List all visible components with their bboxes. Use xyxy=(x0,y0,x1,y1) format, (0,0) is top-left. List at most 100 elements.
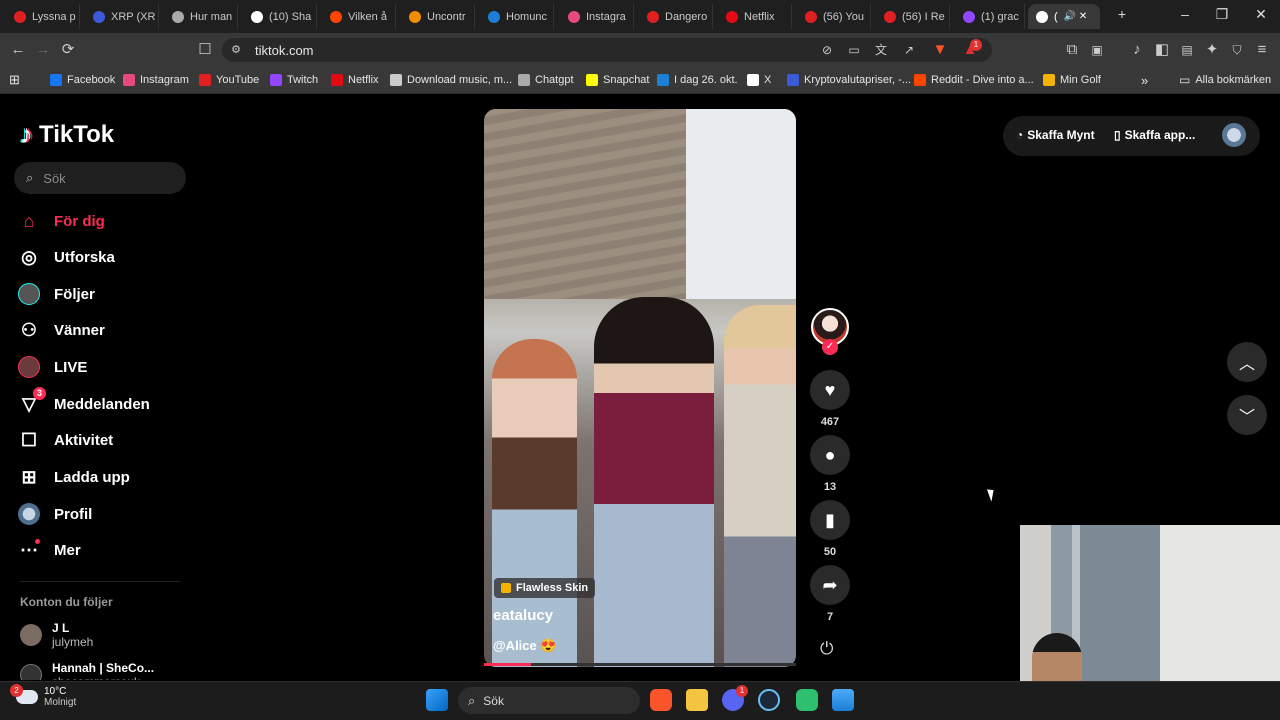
comment-button[interactable]: ● xyxy=(810,435,850,475)
steam-icon[interactable] xyxy=(758,689,780,711)
taskbar-search[interactable]: ⌕ Sök xyxy=(458,687,640,714)
back-icon[interactable]: ← xyxy=(8,40,28,60)
browser-tab[interactable]: Netflix xyxy=(718,4,792,29)
tab-audio-close-icon[interactable]: 🔊 ✕ xyxy=(1064,11,1088,22)
leo-ai-icon[interactable]: ✦ xyxy=(1202,40,1222,60)
nav-messages[interactable]: ▽ 3 Meddelanden xyxy=(18,387,150,418)
brave-shield-icon[interactable]: ▼ xyxy=(930,40,950,60)
new-tab-button[interactable]: + xyxy=(1107,6,1137,22)
power-icon[interactable]: ⏻ xyxy=(820,639,833,659)
nav-following[interactable]: Följer xyxy=(18,280,95,308)
bookmark-item[interactable]: Kryptovalutapriser, -... xyxy=(787,72,911,88)
translate-icon[interactable]: 文 xyxy=(871,40,891,60)
photos-icon[interactable] xyxy=(832,689,854,711)
bookmark-item[interactable]: Download music, m... xyxy=(390,72,512,88)
browser-tab[interactable]: (56) I Re xyxy=(876,4,950,29)
media-icon[interactable]: ♪ xyxy=(1127,40,1147,60)
avatar xyxy=(20,624,42,646)
followed-account[interactable]: Hannah | SheCo... shecommerceuk xyxy=(20,661,154,680)
browser-tab[interactable]: Uncontr xyxy=(401,4,475,29)
save-button[interactable]: ▮ xyxy=(810,500,850,540)
browser-tab[interactable]: (🔊 ✕ xyxy=(1028,4,1100,29)
sidebar-icon[interactable]: ◧ xyxy=(1152,40,1172,60)
url-text[interactable]: tiktok.com xyxy=(255,43,314,58)
browser-tab[interactable]: Homunc xyxy=(480,4,554,29)
brave-icon[interactable] xyxy=(650,689,672,711)
bookmark-item[interactable]: Snapchat xyxy=(586,72,649,88)
browser-tab[interactable]: Vilken å xyxy=(322,4,396,29)
bookmark-item[interactable]: Twitch xyxy=(270,72,318,88)
nav-friends[interactable]: ⚇ Vänner xyxy=(18,316,105,344)
get-coins-button[interactable]: ◔ Skaffa Mynt xyxy=(1016,128,1095,142)
bookmark-item[interactable]: Min Golf xyxy=(1043,72,1101,88)
nav-upload[interactable]: ⊞ Ladda upp xyxy=(18,463,129,491)
follow-check-icon[interactable]: ✓ xyxy=(822,339,838,355)
get-app-button[interactable]: ▯ Skaffa app... xyxy=(1114,128,1195,142)
more-bookmarks-icon[interactable]: » xyxy=(1141,72,1148,88)
video-progress-bar[interactable] xyxy=(484,663,796,666)
tab-search-icon[interactable]: ▣ xyxy=(1087,40,1107,60)
nav-explore[interactable]: ◎ Utforska xyxy=(18,243,115,271)
app-icon[interactable] xyxy=(796,689,818,711)
cast-icon[interactable]: ▭ xyxy=(844,40,864,60)
weather-badge: 2 xyxy=(10,684,23,697)
minimize-button[interactable]: – xyxy=(1170,6,1200,22)
forward-icon[interactable]: → xyxy=(33,40,53,60)
share-button[interactable]: ➦ xyxy=(810,565,850,605)
like-button[interactable]: ♥ xyxy=(810,370,850,410)
search-input[interactable]: ⌕ Sök xyxy=(14,162,186,194)
next-video-button[interactable]: ﹀ xyxy=(1227,395,1267,435)
start-icon[interactable] xyxy=(426,689,448,711)
video-author[interactable]: eatalucy xyxy=(493,607,553,624)
bookmark-item[interactable]: Netflix xyxy=(331,72,379,88)
apps-icon[interactable]: ⊞ xyxy=(9,72,20,88)
video-caption[interactable]: @Alice 😍 xyxy=(493,638,557,654)
bookmark-label: I dag 26. okt. xyxy=(674,74,738,86)
nav-for-you[interactable]: ⌂ För dig xyxy=(18,207,105,235)
nav-activity[interactable]: ☐ Aktivitet xyxy=(18,426,113,454)
browser-tab[interactable]: Dangero xyxy=(639,4,713,29)
site-info-icon[interactable]: ⚙ xyxy=(226,40,246,60)
bookmark-favicon-icon xyxy=(199,74,211,86)
file-explorer-icon[interactable] xyxy=(686,689,708,711)
bookmark-item[interactable]: Instagram xyxy=(123,72,189,88)
followed-account[interactable]: J L julymeh xyxy=(20,621,93,649)
user-avatar[interactable] xyxy=(1222,123,1246,147)
nav-profile[interactable]: Profil xyxy=(18,500,92,528)
browser-tab[interactable]: (1) grac xyxy=(955,4,1025,29)
share-icon[interactable]: ↗ xyxy=(899,40,919,60)
tab-favicon-icon xyxy=(409,10,421,23)
bookmark-label: Snapchat xyxy=(603,74,650,86)
no-tracking-icon[interactable]: ⊘ xyxy=(817,40,837,60)
bookmark-item[interactable]: Reddit - Dive into a... xyxy=(914,72,1034,88)
messages-icon: ▽ 3 xyxy=(18,387,46,415)
all-bookmarks[interactable]: ▭ Alla bokmärken xyxy=(1179,72,1271,88)
vpn-icon[interactable]: ⛉ xyxy=(1227,40,1247,60)
reload-icon[interactable]: ⟳ xyxy=(58,40,78,60)
extensions-icon[interactable]: ⧉ xyxy=(1062,40,1082,60)
bookmark-icon[interactable]: ☐ xyxy=(195,40,215,60)
effect-tag[interactable]: Flawless Skin xyxy=(494,578,596,598)
bookmark-item[interactable]: Chatgpt xyxy=(518,72,574,88)
tiktok-logo[interactable]: ♪ TikTok xyxy=(20,119,114,150)
weather-widget[interactable]: 2 10°C Molnigt xyxy=(10,684,76,708)
browser-tab[interactable]: XRP (XR xyxy=(85,4,159,29)
browser-tab[interactable]: (10) Sha xyxy=(243,4,317,29)
browser-tab[interactable]: Hur man xyxy=(164,4,238,29)
nav-live[interactable]: LIVE xyxy=(18,353,87,381)
bookmark-label: YouTube xyxy=(216,74,260,86)
menu-icon[interactable]: ≡ xyxy=(1252,40,1272,60)
bookmark-item[interactable]: X xyxy=(747,72,771,88)
restore-button[interactable]: ❐ xyxy=(1207,6,1237,23)
discord-icon[interactable]: 1 xyxy=(722,685,748,711)
browser-tab[interactable]: Lyssna p xyxy=(6,4,80,29)
nav-more[interactable]: ⋯ Mer xyxy=(18,536,81,564)
previous-video-button[interactable]: ︿ xyxy=(1227,342,1267,382)
bookmark-item[interactable]: I dag 26. okt. xyxy=(657,72,738,88)
bookmark-item[interactable]: YouTube xyxy=(199,72,259,88)
browser-tab[interactable]: (56) You xyxy=(797,4,871,29)
close-window-button[interactable]: ✕ xyxy=(1246,6,1276,23)
bookmark-item[interactable]: Facebook xyxy=(50,72,115,88)
browser-tab[interactable]: Instagra xyxy=(560,4,634,29)
wallet-icon[interactable]: ▤ xyxy=(1177,40,1197,60)
